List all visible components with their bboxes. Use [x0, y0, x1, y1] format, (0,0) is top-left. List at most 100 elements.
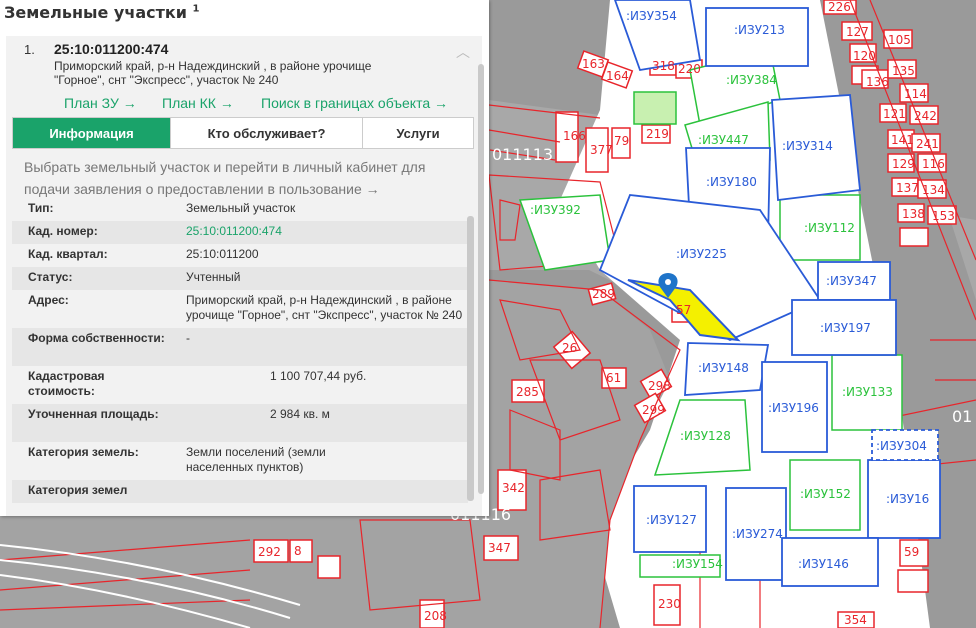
map-label-izu304: :ИЗУ304: [876, 439, 927, 453]
map-number: 127: [846, 25, 869, 39]
map-number: 153: [932, 209, 955, 223]
info-row-land-category-2: Категория земел: [12, 480, 468, 503]
tab-bar: Информация Кто обслуживает? Услуги: [12, 117, 474, 149]
info-value: Земельный участок: [186, 201, 296, 215]
info-row-quarter: Кад. квартал: 25:10:011200: [12, 244, 468, 267]
map-label-izu384: :ИЗУ384: [726, 73, 777, 87]
map-number: 116: [922, 157, 945, 171]
map-number: 208: [424, 609, 447, 623]
info-value: -: [186, 331, 190, 345]
info-key: Кад. квартал:: [28, 247, 108, 261]
map-label-izu180: :ИЗУ180: [706, 175, 757, 189]
info-key: Кадастровая стоимость:: [28, 369, 105, 398]
map-number: 8: [294, 544, 302, 558]
panel-title-count: 1: [192, 3, 200, 15]
map-label-izu197: :ИЗУ197: [820, 321, 871, 335]
map-label-izu16: :ИЗУ16: [886, 492, 929, 506]
info-key: Кад. номер:: [28, 224, 98, 238]
map-number: 289: [592, 287, 615, 301]
plot-card: 1. 25:10:011200:474 Приморский край, р-н…: [6, 36, 484, 516]
map-number: 298: [648, 379, 671, 393]
map-number: 377: [590, 143, 613, 157]
map-label-izu213: :ИЗУ213: [734, 23, 785, 37]
collapse-chevron-icon[interactable]: ︿: [456, 42, 470, 62]
land-plots-panel: Земельные участки 1 1. 25:10:011200:474 …: [0, 0, 489, 516]
map-label-izu148: :ИЗУ148: [698, 361, 749, 375]
map-number: 121: [883, 107, 906, 121]
info-value: [186, 483, 466, 498]
item-cadastral-number[interactable]: 25:10:011200:474: [54, 41, 168, 57]
tab-services[interactable]: Услуги: [363, 118, 473, 148]
outer-scrollbar[interactable]: [478, 64, 484, 494]
map-number: 59: [904, 545, 919, 559]
tab-who-serves[interactable]: Кто обслуживает?: [171, 118, 363, 148]
map-number: 342: [502, 481, 525, 495]
info-row-type: Тип: Земельный участок: [12, 198, 468, 221]
map-number: 138: [902, 207, 925, 221]
map-number: 135: [892, 64, 915, 78]
map-number: 242: [914, 109, 937, 123]
info-table: Тип: Земельный участок Кад. номер: 25:10:0…: [12, 198, 468, 503]
map-number: 141: [891, 133, 914, 147]
map-number: 57: [676, 303, 691, 317]
plan-zu-link[interactable]: План ЗУ →: [64, 95, 137, 111]
map-number: 318: [652, 59, 675, 73]
map-number: 137: [896, 181, 919, 195]
map-number: 79: [614, 134, 629, 148]
tab-information[interactable]: Информация: [13, 118, 171, 148]
info-value: Учтенный: [186, 270, 241, 284]
info-key: Тип:: [28, 201, 54, 215]
map-label-izu112: :ИЗУ112: [804, 221, 855, 235]
map-number: 347: [488, 541, 511, 555]
map-number: 220: [678, 62, 701, 76]
map-label-izu347: :ИЗУ347: [826, 274, 877, 288]
item-address: Приморский край, р-н Надеждинский , в ра…: [54, 59, 372, 87]
info-row-area: Уточненная площадь: 2 984 кв. м: [12, 404, 468, 442]
search-in-bounds-link[interactable]: Поиск в границах объекта →: [261, 95, 448, 111]
info-row-cadnum: Кад. номер: 25:10:011200:474: [12, 221, 468, 244]
map-label-izu354: :ИЗУ354: [626, 9, 677, 23]
info-value: 2 984 кв. м: [270, 407, 330, 421]
map-number: 26: [562, 341, 577, 355]
panel-title-text: Земельные участки: [4, 3, 187, 22]
info-value: Приморский край, р-н Надеждинский , в ра…: [186, 293, 463, 322]
info-key: Адрес:: [28, 293, 69, 307]
map-label-izu447: :ИЗУ447: [698, 133, 749, 147]
info-value-link[interactable]: 25:10:011200:474: [186, 224, 466, 239]
select-plot-link[interactable]: Выбрать земельный участок и перейти в ли…: [24, 156, 460, 200]
map-number: 120: [853, 49, 876, 63]
map-label-izu314: :ИЗУ314: [782, 139, 833, 153]
map-number: 61: [606, 371, 621, 385]
info-key: Категория земел: [28, 483, 128, 497]
info-row-land-category: Категория земель: Земли поселений (земли …: [12, 442, 468, 480]
plan-kk-link[interactable]: План КК →: [162, 95, 234, 111]
map-number: 105: [888, 33, 911, 47]
map-label-izu274: :ИЗУ274: [732, 527, 783, 541]
map-label-izu127: :ИЗУ127: [646, 513, 697, 527]
quarter-label: 01: [952, 407, 972, 426]
map-number: 241: [916, 137, 939, 151]
map-number: 219: [646, 127, 669, 141]
panel-title: Земельные участки 1: [4, 3, 200, 22]
map-label-izu154: :ИЗУ154: [672, 557, 723, 571]
map-label-izu196: :ИЗУ196: [768, 401, 819, 415]
inner-scrollbar[interactable]: [467, 216, 474, 501]
map-label-izu128: :ИЗУ128: [680, 429, 731, 443]
map-number: 136: [866, 75, 889, 89]
info-value: 1 100 707,44 руб.: [270, 369, 367, 383]
info-value: 25:10:011200: [186, 247, 259, 261]
info-value: Земли поселений (земли населенных пункто…: [186, 445, 326, 474]
item-number: 1.: [24, 42, 35, 57]
map-number: 299: [642, 403, 665, 417]
map-label-izu146: :ИЗУ146: [798, 557, 849, 571]
map-number: 114: [904, 87, 927, 101]
info-key: Категория земель:: [28, 445, 139, 459]
map-label-izu392: :ИЗУ392: [530, 203, 581, 217]
info-row-cadastral-value: Кадастровая стоимость: 1 100 707,44 руб.: [12, 366, 468, 404]
info-key: Форма собственности:: [28, 331, 165, 345]
map-number: 285: [516, 385, 539, 399]
map-number: 129: [892, 157, 915, 171]
info-row-ownership: Форма собственности: -: [12, 328, 468, 366]
map-number: 292: [258, 545, 281, 559]
quarter-label: 011113: [492, 145, 553, 164]
